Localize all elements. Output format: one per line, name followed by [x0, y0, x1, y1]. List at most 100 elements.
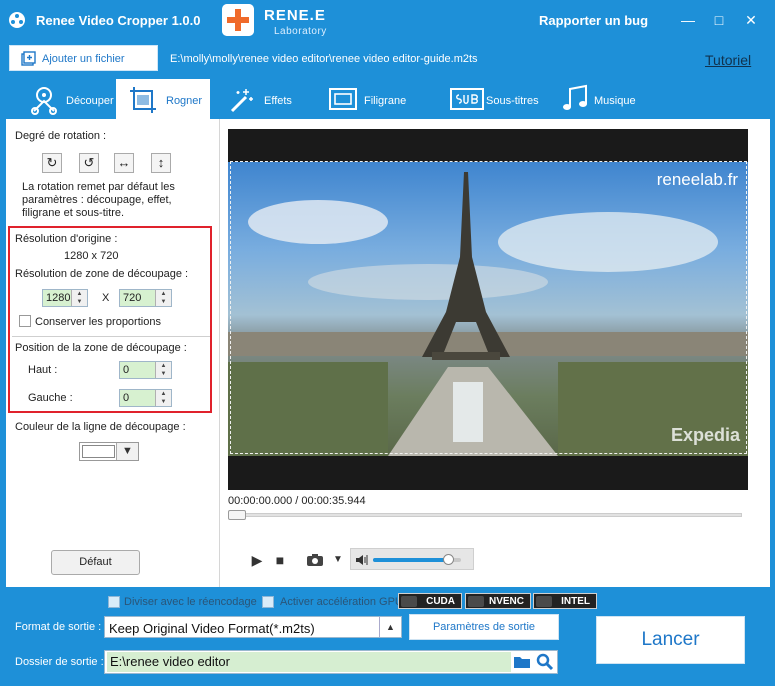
increment-icon[interactable]: ▲ — [156, 290, 171, 298]
rotate-clockwise-icon: ↻ — [46, 155, 58, 170]
start-button[interactable]: Lancer — [596, 616, 745, 664]
timecode: 00:00:00.000 / 00:00:35.944 — [228, 495, 366, 507]
search-icon[interactable] — [536, 653, 554, 671]
music-note-icon — [563, 84, 587, 110]
keep-ratio-label: Conserver les proportions — [35, 316, 161, 328]
folder-icon[interactable] — [513, 654, 531, 670]
decrement-icon[interactable]: ▼ — [156, 398, 171, 406]
volume-control[interactable] — [350, 548, 474, 570]
crop-line-color-select[interactable]: ▼ — [79, 442, 139, 461]
scissors-reel-icon — [31, 87, 57, 115]
crop-width-value: 1280 — [46, 292, 71, 304]
left-offset-label: Gauche : — [28, 392, 73, 404]
rotation-note: La rotation remet par défaut les paramèt… — [22, 181, 175, 219]
maximize-button[interactable]: □ — [710, 11, 728, 29]
color-swatch — [82, 445, 115, 458]
crop-position-title: Position de la zone de découpage : — [15, 342, 187, 354]
default-button[interactable]: Défaut — [51, 550, 140, 575]
keep-ratio-checkbox[interactable] — [19, 315, 31, 327]
rotate-counterclockwise-icon: ↺ — [83, 155, 95, 170]
rotate-clockwise-button[interactable]: ↻ — [42, 153, 62, 173]
tab-sous-titres[interactable]: Sous-titres — [448, 79, 556, 119]
nvidia-icon — [401, 596, 417, 607]
brand-logo: RENE.E Laboratory — [222, 4, 332, 40]
output-format-select[interactable]: Keep Original Video Format(*.m2ts) ▲ — [104, 616, 402, 638]
speaker-icon[interactable] — [355, 553, 369, 567]
title-bar: Renee Video Cropper 1.0.0 RENE.E Laborat… — [0, 0, 775, 40]
dimension-separator: X — [102, 292, 110, 304]
magic-wand-icon — [230, 89, 253, 113]
tab-filigrane[interactable]: Filigrane — [326, 79, 422, 119]
tab-label: Sous-titres — [486, 95, 539, 107]
increment-icon[interactable]: ▲ — [156, 362, 171, 370]
watermark-frame-icon — [329, 88, 357, 110]
origin-resolution-label: Résolution d'origine : — [15, 233, 118, 245]
output-folder-label: Dossier de sortie : — [15, 656, 104, 668]
chevron-down-icon[interactable]: ▼ — [329, 551, 347, 569]
intel-icon — [536, 596, 552, 607]
stop-icon[interactable]: ■ — [271, 551, 289, 569]
decrement-icon[interactable]: ▼ — [72, 298, 87, 306]
flip-horizontal-button[interactable]: ↔ — [114, 153, 134, 173]
split-reencode-label: Diviser avec le réencodage — [124, 596, 257, 608]
cuda-badge: CUDA — [398, 593, 462, 609]
output-folder-field[interactable]: E:\renee video editor — [104, 650, 558, 674]
tab-label: Musique — [594, 95, 636, 107]
decrement-icon[interactable]: ▼ — [156, 298, 171, 306]
app-window: Renee Video Cropper 1.0.0 RENE.E Laborat… — [0, 0, 775, 686]
app-title: Renee Video Cropper 1.0.0 — [36, 13, 201, 28]
tab-label: Découper — [66, 95, 114, 107]
close-button[interactable]: ✕ — [742, 11, 760, 29]
volume-handle[interactable] — [442, 554, 454, 565]
top-offset-value: 0 — [123, 364, 130, 376]
chevron-up-icon[interactable]: ▲ — [379, 617, 401, 637]
output-format-label: Format de sortie : — [15, 621, 102, 633]
output-folder-value[interactable]: E:\renee video editor — [107, 652, 511, 672]
brand-subtitle: Laboratory — [274, 26, 327, 37]
output-settings-button[interactable]: Paramètres de sortie — [409, 614, 559, 640]
add-file-label: Ajouter un fichier — [42, 53, 125, 65]
crop-width-stepper[interactable]: 1280 ▲ ▼ — [42, 289, 88, 307]
tab-label: Filigrane — [364, 95, 407, 107]
output-format-value: Keep Original Video Format(*.m2ts) — [109, 621, 315, 636]
crop-height-value: 720 — [123, 292, 142, 304]
increment-icon[interactable]: ▲ — [72, 290, 87, 298]
rotation-title: Degré de rotation : — [15, 130, 107, 142]
chevron-down-icon[interactable]: ▼ — [116, 443, 138, 460]
snapshot-camera-icon — [307, 554, 323, 566]
nvidia-icon — [468, 596, 484, 607]
tab-label: Rogner — [166, 95, 203, 107]
left-offset-stepper[interactable]: 0 ▲ ▼ — [119, 389, 172, 407]
split-reencode-checkbox[interactable] — [108, 596, 120, 608]
tab-musique[interactable]: Musique — [558, 79, 648, 119]
tab-rogner[interactable]: Rogner — [116, 79, 210, 119]
tutoriel-link[interactable]: Tutoriel — [705, 52, 751, 68]
gpu-accel-label: Activer accélération GPU — [280, 596, 403, 608]
divider — [12, 336, 210, 337]
add-file-button[interactable]: Ajouter un fichier — [9, 45, 158, 71]
tab-decouper[interactable]: Découper — [26, 79, 118, 119]
minimize-button[interactable]: — — [679, 11, 697, 29]
seek-handle[interactable] — [228, 510, 246, 520]
film-reel-icon — [9, 12, 25, 28]
subtitle-sub-icon — [450, 88, 484, 110]
tab-effets[interactable]: Effets — [224, 79, 314, 119]
origin-resolution-value: 1280 x 720 — [64, 250, 119, 262]
decrement-icon[interactable]: ▼ — [156, 370, 171, 378]
flip-horizontal-icon: ↔ — [117, 155, 131, 170]
intel-badge: INTEL — [533, 593, 597, 609]
report-bug-link[interactable]: Rapporter un bug — [539, 13, 648, 28]
volume-fill — [373, 558, 448, 562]
top-offset-stepper[interactable]: 0 ▲ ▼ — [119, 361, 172, 379]
gpu-accel-checkbox[interactable] — [262, 596, 274, 608]
play-icon[interactable]: ▶ — [248, 551, 266, 569]
brand-name: RENE.E — [264, 7, 326, 24]
file-path: E:\molly\molly\renee video editor\renee … — [170, 53, 478, 65]
increment-icon[interactable]: ▲ — [156, 390, 171, 398]
rotate-counterclockwise-button[interactable]: ↺ — [79, 153, 99, 173]
crop-area-outline[interactable] — [230, 161, 747, 454]
seek-bar[interactable] — [228, 513, 742, 517]
flip-vertical-button[interactable]: ↕ — [151, 153, 171, 173]
crop-height-stepper[interactable]: 720 ▲ ▼ — [119, 289, 172, 307]
crop-film-icon — [130, 87, 156, 113]
